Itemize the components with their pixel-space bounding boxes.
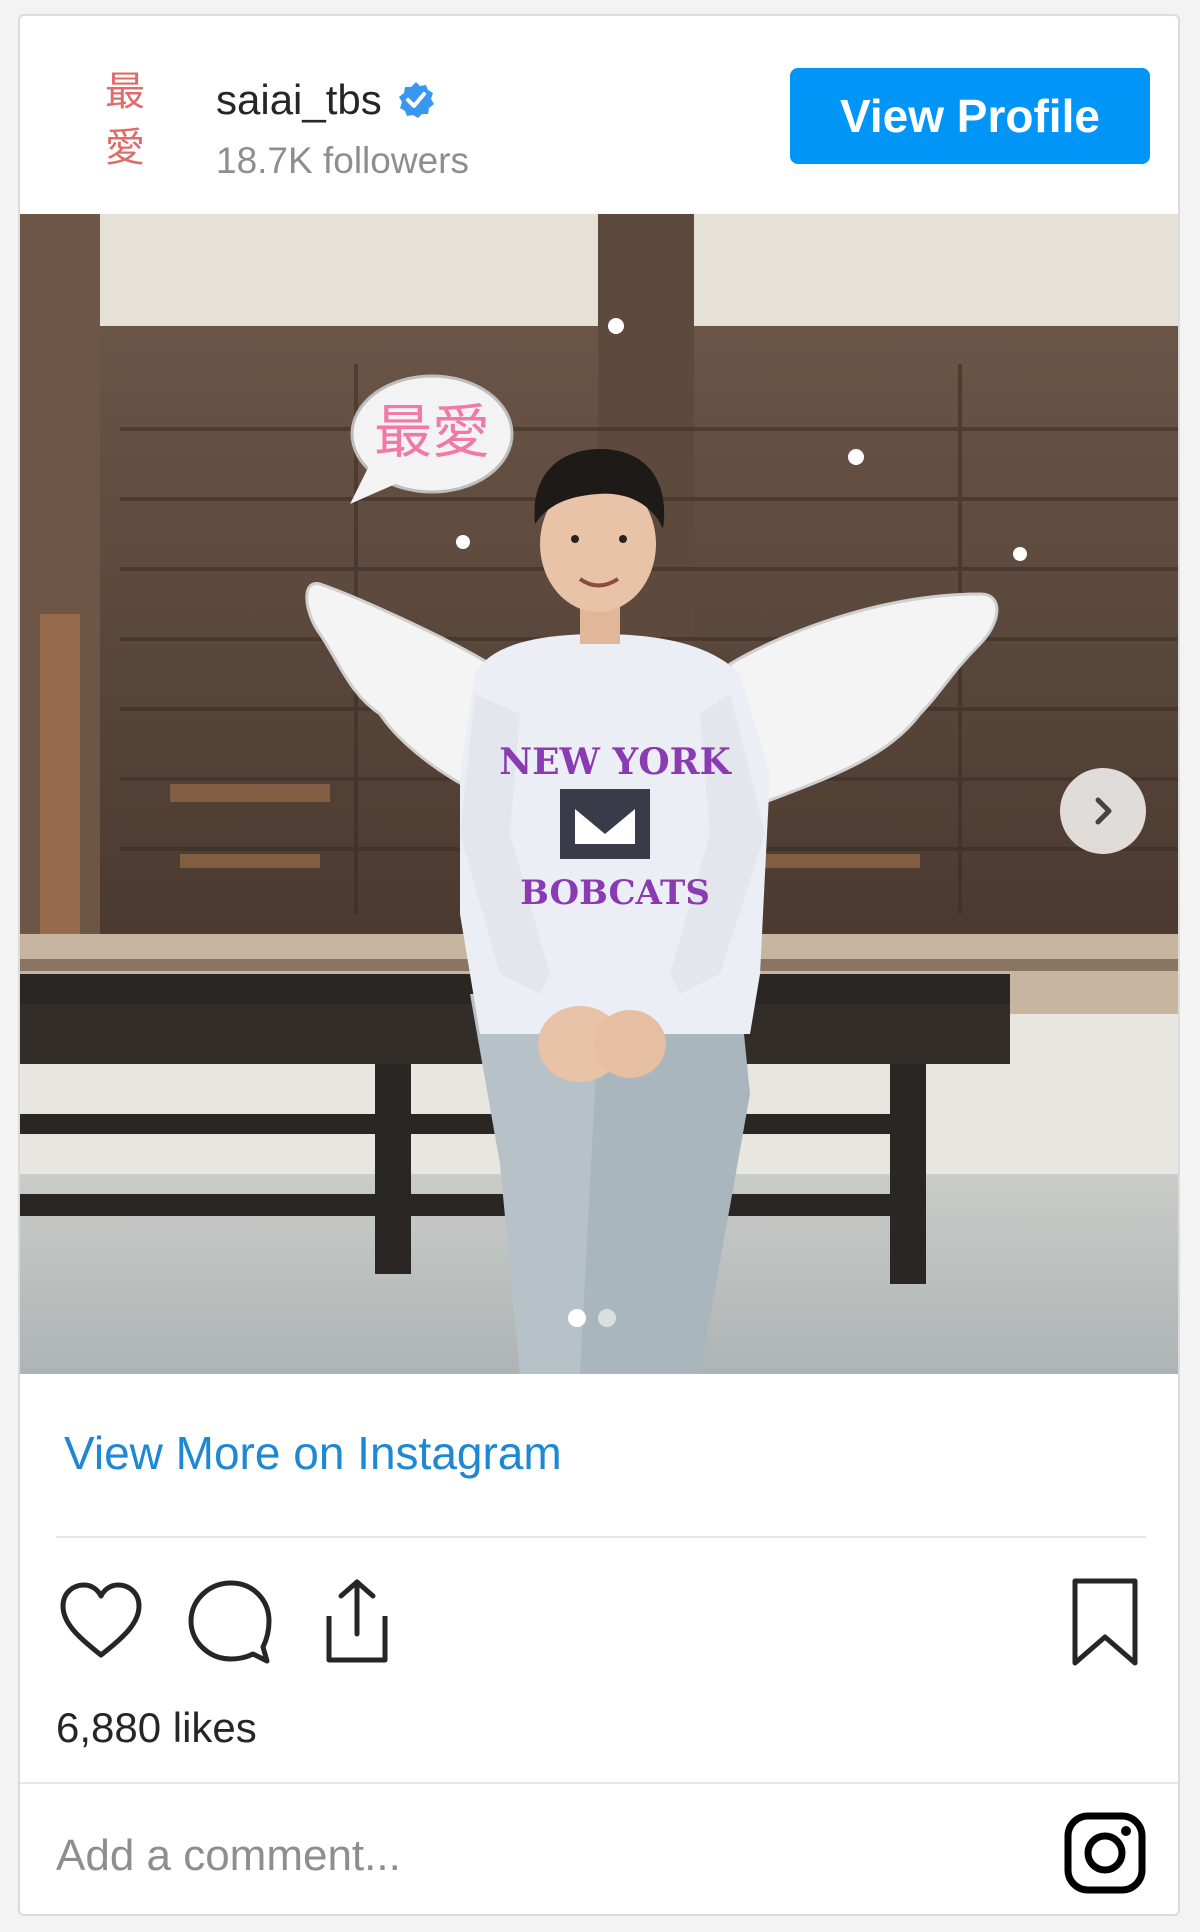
username-row: saiai_tbs: [216, 76, 436, 124]
heart-icon: [60, 1582, 142, 1658]
comment-icon: [188, 1580, 272, 1664]
action-bar: [20, 1566, 1178, 1686]
instagram-embed-card: 最 愛 saiai_tbs 18.7K followers View Profi…: [18, 14, 1180, 1916]
avatar-char-2: 愛: [105, 125, 145, 171]
bookmark-icon: [1072, 1578, 1138, 1666]
chevron-right-icon: [1095, 797, 1112, 825]
instagram-link[interactable]: [1064, 1812, 1146, 1894]
verified-badge-icon: [398, 82, 434, 118]
comment-button[interactable]: [184, 1576, 274, 1666]
shirt-text-top: NEW YORK: [499, 741, 732, 783]
instagram-icon: [1064, 1812, 1146, 1894]
like-button[interactable]: [56, 1576, 146, 1666]
view-more-on-instagram-link[interactable]: View More on Instagram: [64, 1426, 562, 1480]
carousel-dot-1: [568, 1309, 586, 1327]
add-comment-input[interactable]: [56, 1816, 836, 1896]
speech-bubble-text: 最愛: [374, 398, 490, 466]
next-photo-button[interactable]: [1060, 768, 1146, 854]
followers-count: 18.7K followers: [216, 140, 469, 181]
avatar-char-1: 最: [105, 69, 145, 115]
username-link[interactable]: saiai_tbs: [216, 76, 382, 124]
shirt-text-bottom: BOBCATS: [520, 873, 710, 913]
post-header: 最 愛 saiai_tbs 18.7K followers View Profi…: [20, 16, 1178, 212]
share-icon: [326, 1579, 388, 1663]
divider: [56, 1536, 1146, 1538]
divider: [20, 1782, 1178, 1784]
carousel-dot-2: [598, 1309, 616, 1327]
likes-count: 6,880 likes: [56, 1704, 257, 1751]
save-button[interactable]: [1060, 1574, 1150, 1670]
photo-illustration: 最愛 NEW YORK BOBCATS: [20, 214, 1178, 1374]
share-button[interactable]: [312, 1576, 402, 1666]
post-photo[interactable]: 最愛 NEW YORK BOBCATS: [20, 214, 1178, 1374]
view-profile-button[interactable]: View Profile: [790, 68, 1150, 164]
avatar[interactable]: 最 愛: [90, 60, 160, 180]
carousel-indicator: [568, 1309, 616, 1327]
